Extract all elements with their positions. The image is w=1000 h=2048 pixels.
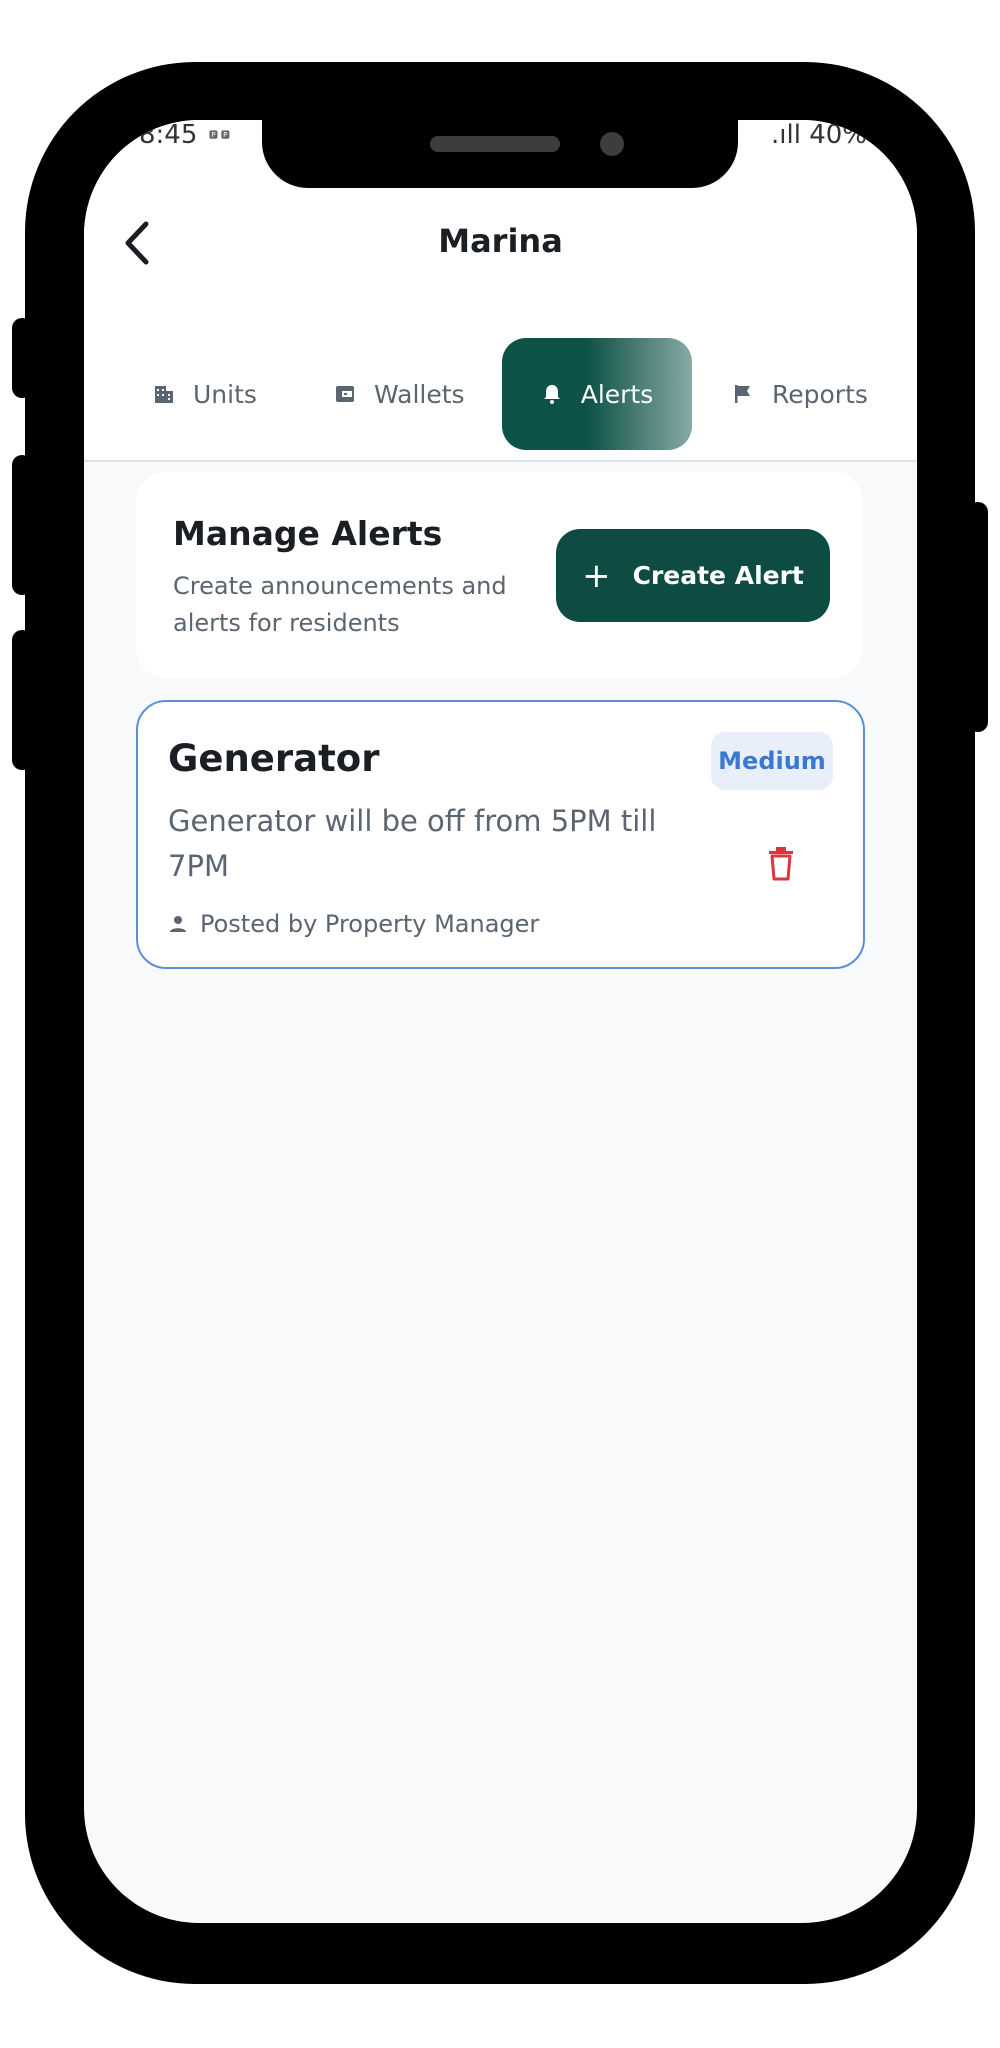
- tab-label: Reports: [772, 379, 868, 409]
- page-title: Marina: [438, 222, 563, 260]
- tab-units[interactable]: Units: [153, 338, 273, 450]
- priority-badge: Medium: [711, 732, 833, 790]
- tab-reports[interactable]: Reports: [732, 338, 902, 450]
- delete-alert-button[interactable]: [766, 847, 796, 881]
- alert-card[interactable]: Generator Medium Generator will be off f…: [136, 700, 865, 969]
- status-signal-battery: .ıll 40%: [771, 120, 867, 150]
- manage-alerts-subtitle: Create announcements and alerts for resi…: [173, 572, 507, 637]
- status-time: 8:45: [139, 120, 198, 150]
- flag-icon: [735, 385, 750, 403]
- tab-wallets[interactable]: Wallets: [334, 338, 474, 450]
- volume-up-button: [12, 318, 32, 398]
- bell-icon: [543, 385, 560, 404]
- app-header: Marina Units Wallets Alerts Reports: [84, 160, 917, 462]
- volume-down-button: [12, 455, 32, 595]
- wallet-icon: [336, 386, 354, 402]
- plus-icon: +: [582, 555, 611, 596]
- front-camera: [600, 132, 624, 156]
- phone-notch: [262, 116, 738, 188]
- mute-button: [12, 630, 32, 770]
- speaker-grille: [430, 136, 560, 152]
- power-button: [968, 502, 988, 732]
- alert-title: Generator: [168, 737, 380, 780]
- alert-message: Generator will be off from 5PM till 7PM: [168, 804, 657, 883]
- create-alert-button[interactable]: + Create Alert: [556, 529, 830, 622]
- manage-alerts-card: Manage Alerts Create announcements and a…: [136, 472, 863, 678]
- person-icon: [170, 916, 186, 932]
- manage-alerts-title: Manage Alerts: [173, 514, 443, 553]
- status-notification-icons: 🅿 🅿: [209, 131, 230, 141]
- tab-alerts[interactable]: Alerts: [502, 338, 692, 450]
- create-alert-label: Create Alert: [632, 561, 804, 590]
- building-icon: [155, 386, 173, 403]
- tab-bar: Units Wallets Alerts Reports: [84, 338, 917, 450]
- posted-by: Posted by Property Manager: [168, 910, 539, 938]
- tab-label: Units: [193, 379, 257, 409]
- posted-by-label: Posted by Property Manager: [200, 910, 540, 938]
- trash-icon: [769, 847, 793, 881]
- app-screen: 8:45 🅿 🅿 .ıll 40% Marina Units Wallets A…: [84, 120, 917, 1923]
- tab-label: Alerts: [580, 379, 654, 409]
- tab-label: Wallets: [374, 379, 465, 409]
